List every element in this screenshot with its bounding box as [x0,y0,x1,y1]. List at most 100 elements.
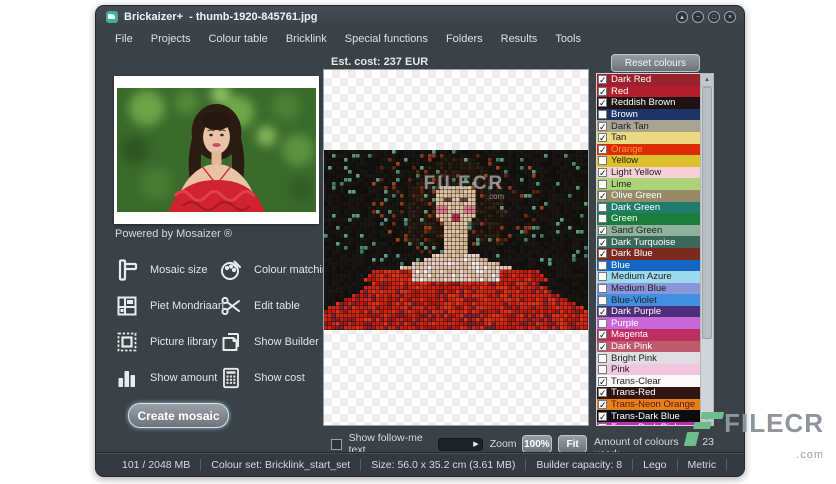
color-checkbox[interactable]: ✓ [598,342,607,351]
color-checkbox[interactable]: ✓ [598,75,607,84]
color-row-reddish-brown[interactable]: ✓Reddish Brown [597,97,700,109]
minimize-button[interactable]: − [692,11,704,23]
color-row-dark-red[interactable]: ✓Dark Red [597,74,700,86]
color-name: Dark Pink [609,341,652,352]
menu-tools[interactable]: Tools [546,31,590,47]
color-checkbox[interactable] [598,365,607,374]
color-checkbox[interactable] [598,110,607,119]
color-row-pink[interactable]: Pink [597,364,700,376]
color-checkbox[interactable]: ✓ [598,226,607,235]
zoom-fit-button[interactable]: Fit [558,435,587,453]
color-checkbox[interactable]: ✓ [598,307,607,316]
title-bar[interactable]: Brickaizer+ - thumb-1920-845761.jpg ▴−□× [96,6,744,28]
color-checkbox[interactable] [598,284,607,293]
color-checkbox[interactable] [598,354,607,363]
menu-file[interactable]: File [106,31,142,47]
status-item-3: Builder capacity: 8 [536,459,622,471]
color-row-blue[interactable]: Blue [597,260,700,272]
color-row-light-yellow[interactable]: ✓Light Yellow [597,167,700,179]
palette-icon [216,257,246,283]
tool-edit-table[interactable]: Edit table [216,293,324,319]
color-checkbox[interactable] [598,214,607,223]
tool-picture-library[interactable]: Picture library [112,329,216,355]
close-button[interactable]: × [724,11,736,23]
color-checkbox[interactable]: ✓ [598,249,607,258]
color-name: Blue [609,260,630,271]
color-row-bright-pink[interactable]: Bright Pink [597,352,700,364]
color-row-yellow[interactable]: Yellow [597,155,700,167]
tool-piet-mondriaan[interactable]: Piet Mondriaan [112,293,216,319]
color-name: Trans-Dark Pink [609,422,679,426]
menu-results[interactable]: Results [492,31,547,47]
mosaic-canvas[interactable]: FILECR .com [323,69,589,426]
menu-special-functions[interactable]: Special functions [336,31,437,47]
reset-colours-button[interactable]: Reset colours [611,54,700,72]
color-checkbox[interactable]: ✓ [598,133,607,142]
color-checkbox[interactable] [598,423,607,426]
colour-list-scrollbar[interactable]: ▲ ▼ [700,73,714,426]
color-checkbox[interactable]: ✓ [598,400,607,409]
color-row-green[interactable]: Green [597,213,700,225]
color-row-dark-green[interactable]: Dark Green [597,202,700,214]
color-checkbox[interactable]: ✓ [598,330,607,339]
color-row-trans-dark-pink[interactable]: Trans-Dark Pink [597,422,700,426]
color-row-trans-neon-orange[interactable]: ✓Trans-Neon Orange [597,399,700,411]
color-row-trans-dark-blue[interactable]: ✓Trans-Dark Blue [597,410,700,422]
color-checkbox[interactable] [598,180,607,189]
color-checkbox[interactable]: ✓ [598,98,607,107]
color-checkbox[interactable] [598,272,607,281]
color-row-tan[interactable]: ✓Tan [597,132,700,144]
color-checkbox[interactable]: ✓ [598,377,607,386]
color-row-dark-turquoise[interactable]: ✓Dark Turquoise [597,236,700,248]
color-row-dark-tan[interactable]: ✓Dark Tan [597,120,700,132]
create-mosaic-button[interactable]: Create mosaic [128,403,229,428]
tool-show-builder[interactable]: Show Builder [216,329,324,355]
color-row-dark-blue[interactable]: ✓Dark Blue [597,248,700,260]
roll-up-button[interactable]: ▴ [676,11,688,23]
scroll-up-icon[interactable]: ▲ [701,74,713,87]
maximize-button[interactable]: □ [708,11,720,23]
zoom-100-button[interactable]: 100% [522,435,553,453]
tool-colour-matching[interactable]: Colour matching [216,257,324,283]
menu-folders[interactable]: Folders [437,31,492,47]
color-row-olive-green[interactable]: ✓Olive Green [597,190,700,202]
tool-button-grid: Mosaic sizeColour matchingPiet Mondriaan… [112,252,324,396]
color-row-sand-green[interactable]: ✓Sand Green [597,225,700,237]
color-row-trans-clear[interactable]: ✓Trans-Clear [597,375,700,387]
color-checkbox[interactable] [598,203,607,212]
tool-mosaic-size[interactable]: Mosaic size [112,257,216,283]
color-row-brown[interactable]: Brown [597,109,700,121]
zoom-slider[interactable]: ▶ [438,438,482,451]
color-row-blue-violet[interactable]: Blue-Violet [597,294,700,306]
color-checkbox[interactable]: ✓ [598,168,607,177]
color-checkbox[interactable]: ✓ [598,412,607,421]
color-row-orange[interactable]: ✓Orange [597,144,700,156]
color-row-trans-red[interactable]: ✓Trans-Red [597,387,700,399]
color-checkbox[interactable] [598,319,607,328]
color-checkbox[interactable]: ✓ [598,388,607,397]
color-checkbox[interactable]: ✓ [598,238,607,247]
color-row-medium-azure[interactable]: Medium Azure [597,271,700,283]
menu-projects[interactable]: Projects [142,31,200,47]
scrollbar-thumb[interactable] [702,87,712,339]
color-checkbox[interactable]: ✓ [598,122,607,131]
color-checkbox[interactable]: ✓ [598,145,607,154]
color-row-magenta[interactable]: ✓Magenta [597,329,700,341]
color-checkbox[interactable] [598,296,607,305]
color-row-medium-blue[interactable]: Medium Blue [597,283,700,295]
color-checkbox[interactable] [598,261,607,270]
menu-colour-table[interactable]: Colour table [199,31,276,47]
source-image-preview[interactable] [114,76,319,224]
menu-bricklink[interactable]: Bricklink [277,31,336,47]
tool-show-cost[interactable]: Show cost [216,365,324,391]
color-row-purple[interactable]: Purple [597,317,700,329]
color-row-red[interactable]: ✓Red [597,86,700,98]
color-row-dark-pink[interactable]: ✓Dark Pink [597,341,700,353]
color-checkbox[interactable] [598,156,607,165]
color-checkbox[interactable]: ✓ [598,191,607,200]
show-follow-me-checkbox[interactable] [331,439,342,450]
tool-show-amount[interactable]: Show amount [112,365,216,391]
color-row-dark-purple[interactable]: ✓Dark Purple [597,306,700,318]
color-row-lime[interactable]: Lime [597,178,700,190]
color-checkbox[interactable]: ✓ [598,87,607,96]
